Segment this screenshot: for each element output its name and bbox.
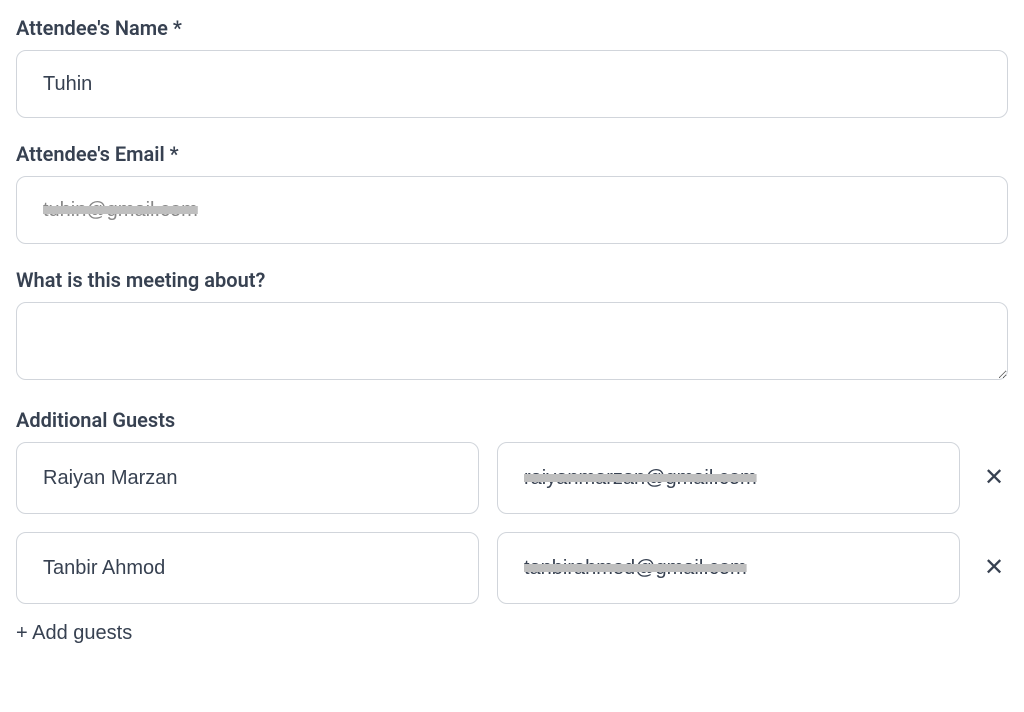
close-icon: ✕	[984, 556, 1004, 580]
guest-row: ✕	[16, 532, 1008, 604]
guest-name-input[interactable]	[16, 442, 479, 514]
remove-guest-button[interactable]: ✕	[980, 464, 1008, 492]
guest-name-input[interactable]	[16, 532, 479, 604]
additional-guests-label: Additional Guests	[16, 408, 1008, 432]
meeting-about-label: What is this meeting about?	[16, 268, 1008, 292]
attendee-name-label: Attendee's Name *	[16, 16, 1008, 40]
guest-email-input[interactable]	[497, 532, 960, 604]
guests-list: ✕ ✕	[16, 442, 1008, 604]
meeting-about-textarea[interactable]	[16, 302, 1008, 380]
add-guests-button[interactable]: + Add guests	[16, 622, 132, 645]
attendee-email-label: Attendee's Email *	[16, 142, 1008, 166]
close-icon: ✕	[984, 466, 1004, 490]
remove-guest-button[interactable]: ✕	[980, 554, 1008, 582]
attendee-email-input[interactable]	[16, 176, 1008, 244]
guest-email-input[interactable]	[497, 442, 960, 514]
attendee-name-input[interactable]	[16, 50, 1008, 118]
guest-row: ✕	[16, 442, 1008, 514]
